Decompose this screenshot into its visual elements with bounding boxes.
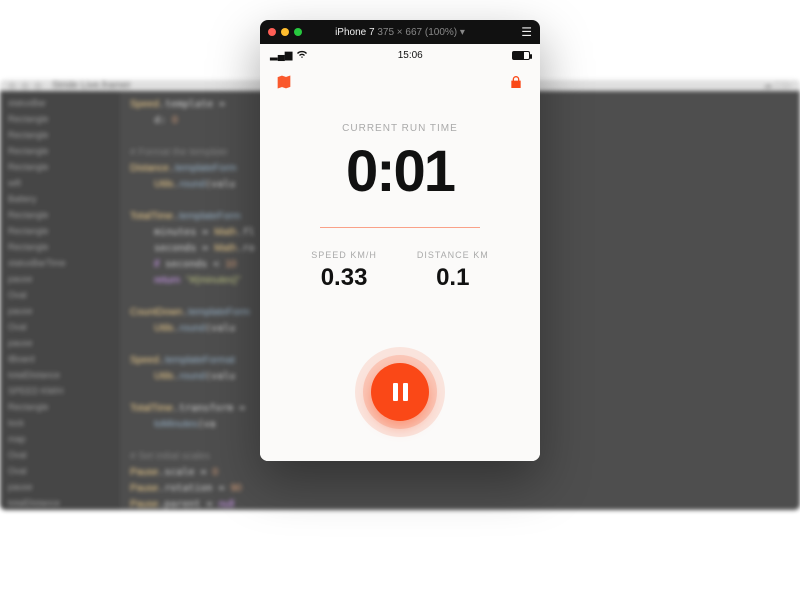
pause-button[interactable]	[371, 363, 429, 421]
map-icon[interactable]	[276, 74, 292, 95]
max-dot[interactable]	[34, 82, 42, 90]
layer-item[interactable]: Oval	[4, 321, 116, 333]
editor-title-icons[interactable]: ☁ □ ▷	[763, 80, 792, 91]
distance-label: DISTANCE	[417, 250, 470, 260]
layer-item[interactable]: lock	[4, 417, 116, 429]
device-label[interactable]: iPhone 7 375 × 667 (100%) ▾	[260, 27, 540, 38]
speed-metric: SPEED KM/H 0.33	[311, 250, 377, 292]
divider	[320, 227, 480, 228]
layer-item[interactable]: tBoard	[4, 353, 116, 365]
layer-item[interactable]: pause	[4, 273, 116, 285]
app-screen: CURRENT RUN TIME 0:01 SPEED KM/H 0.33 DI…	[260, 66, 540, 461]
layer-item[interactable]: Rectangle	[4, 129, 116, 141]
layer-item[interactable]: totalDistance	[4, 497, 116, 509]
layer-item[interactable]: SPEED KM/H	[4, 385, 116, 397]
ios-statusbar: ▂▄▆ 15:06	[260, 44, 540, 66]
layer-item[interactable]: Oval	[4, 449, 116, 461]
layer-item[interactable]: Rectangle	[4, 113, 116, 125]
device-dims: 375 × 667	[377, 27, 422, 38]
lock-icon[interactable]	[508, 74, 524, 95]
window-controls[interactable]	[8, 82, 42, 90]
clock: 15:06	[398, 50, 423, 61]
speed-value: 0.33	[311, 264, 377, 292]
layer-item[interactable]: statusBar	[4, 97, 116, 109]
distance-value: 0.1	[417, 264, 489, 292]
pause-icon	[393, 383, 408, 401]
layer-panel[interactable]: statusBar Rectangle Rectangle Rectangle Rect…	[0, 91, 120, 510]
layer-item[interactable]: Rectangle	[4, 225, 116, 237]
layer-item[interactable]: pause	[4, 481, 116, 493]
layer-item[interactable]: pause	[4, 305, 116, 317]
layer-item[interactable]: Oval	[4, 289, 116, 301]
layer-item[interactable]: Rectangle	[4, 209, 116, 221]
layer-item[interactable]: Rectangle	[4, 401, 116, 413]
distance-unit: KM	[473, 250, 489, 260]
distance-metric: DISTANCE KM 0.1	[417, 250, 489, 292]
layer-item[interactable]: Rectangle	[4, 241, 116, 253]
speed-label: SPEED	[311, 250, 347, 260]
device-zoom: (100%)	[425, 27, 457, 38]
signal-icon: ▂▄▆	[270, 50, 292, 61]
layer-item[interactable]: statusBarTime	[4, 257, 116, 269]
min-dot[interactable]	[21, 82, 29, 90]
pause-button-wrap[interactable]	[355, 347, 445, 437]
battery-icon	[512, 51, 530, 60]
layer-item[interactable]: pause	[4, 337, 116, 349]
layer-item[interactable]: map	[4, 433, 116, 445]
layer-item[interactable]: Battery	[4, 193, 116, 205]
layer-item[interactable]: Rectangle	[4, 145, 116, 157]
layer-item[interactable]: totalDistance	[4, 369, 116, 381]
wifi-icon	[296, 49, 308, 62]
speed-unit: KM/H	[350, 250, 377, 260]
layer-item[interactable]: Rectangle	[4, 161, 116, 173]
device-preview: iPhone 7 375 × 667 (100%) ▾ ☰ ▂▄▆ 15:06	[260, 20, 540, 461]
layer-item[interactable]: wifi	[4, 177, 116, 189]
device-name: iPhone 7	[335, 27, 374, 38]
close-dot[interactable]	[8, 82, 16, 90]
run-time-label: CURRENT RUN TIME	[342, 123, 458, 134]
preview-toolbar[interactable]: iPhone 7 375 × 667 (100%) ▾ ☰	[260, 20, 540, 44]
run-time-value: 0:01	[346, 138, 454, 205]
chevron-down-icon[interactable]: ▾	[460, 27, 465, 38]
layer-item[interactable]: Oval	[4, 465, 116, 477]
